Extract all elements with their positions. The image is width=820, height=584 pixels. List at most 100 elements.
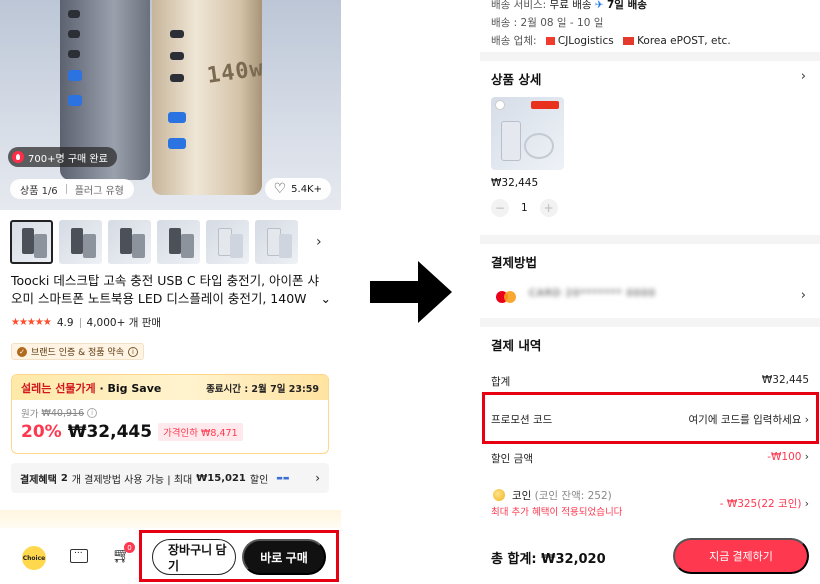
subtotal-value: ₩32,445 [761,374,809,386]
image-counter-bar[interactable]: 상품 1/6 플러그 유형 [10,179,134,199]
sale-price: ₩32,445 [67,422,153,442]
carrier-label: 배송 업체: [491,35,537,47]
quantity-value[interactable]: 1 [521,202,528,214]
sold-count-text: 700+명 구매 완료 [28,153,108,165]
product-title-line2: 오미 스마트폰 노트북용 LED 디스플레이 충전기, 140W [11,291,307,306]
payment-summary-title: 결제 내역 [491,338,542,353]
chevron-right-icon: › [315,471,320,485]
discount-label: 할인 금액 [491,453,533,465]
heart-icon: ♡ [273,181,287,197]
shipping-service-value: 무료 배송 [549,0,592,11]
section-divider [480,318,820,327]
info-icon[interactable]: i [87,408,98,418]
rating-value: 4.9 [56,316,74,329]
shipping-speed: 7일 배송 [607,0,647,11]
stars-icon: ★★★★★ [11,317,52,328]
bank-logo-icon: ▬▬ [276,474,290,482]
checkout-page-panel: 배송 서비스: 무료 배송 ✈ 7일 배송 배송 : 2월 08 일 - 10 … [480,0,820,584]
quantity-minus-button[interactable]: − [491,199,509,217]
transition-arrow-icon [370,261,452,323]
coin-icon [493,489,505,501]
highlight-box-buttons [139,530,339,582]
airplane-icon: ✈ [594,0,607,11]
payment-benefit-row[interactable]: 결제혜택 2 개 결제방법 사용 가능 | 최대 ₩15,021 할인 ▬▬ › [11,463,329,493]
chevron-down-icon[interactable]: ⌄ [321,290,331,308]
discount-percent: 20% [21,422,62,442]
product-page-panel: 140w 700+명 구매 완료 상품 1/6 플러그 유형 ♡ 5.4K+ ›… [0,0,341,584]
benefit-text: 개 결제방법 사용 가능 | 최대 [71,474,193,486]
thumbnail-strip [10,220,298,264]
total-amount: 총 합계: ₩32,020 [491,552,606,567]
chevron-right-icon[interactable]: › [801,69,806,84]
shipping-info: 배송 서비스: 무료 배송 ✈ 7일 배송 배송 : 2월 08 일 - 10 … [491,0,731,50]
product-title-line1: Toocki 데스크탑 고속 충전 USB C 타입 충전기, 아이폰 샤 [11,273,320,288]
big-save-end-time: 종료시간 : 2월 7일 23:59 [206,383,319,395]
quantity-plus-button[interactable]: + [539,199,558,217]
payment-method-title: 결제방법 [491,255,538,270]
check-badge-icon: ✓ [17,346,27,357]
chevron-right-icon: › [804,498,809,510]
section-divider [480,235,820,244]
thumbnail-1[interactable] [10,220,53,264]
chevron-right-icon[interactable]: › [316,234,322,250]
certification-text: 브랜드 인증 & 정품 약속 [31,348,124,358]
charger-image-front: 140w [152,0,265,195]
quantity-stepper: − 1 + [491,199,558,217]
chevron-right-icon[interactable]: › [801,288,806,303]
fire-icon [12,151,24,163]
item-price: ₩32,445 [491,177,539,189]
rating-row[interactable]: ★★★★★ 4.9 4,000+ 개 판매 [11,315,161,330]
price-drop-badge: 가격인하 ₩8,471 [158,423,243,441]
image-counter: 상품 1/6 [20,185,58,197]
chevron-right-icon: › [804,451,809,463]
highlight-box-promo [482,392,819,444]
benefit-title: 결제혜택 [20,474,57,486]
thumbnail-6[interactable] [255,220,298,264]
sold-count-badge: 700+명 구매 완료 [8,147,117,167]
choice-logo-icon[interactable]: Choice [22,546,46,570]
chat-icon[interactable] [70,546,88,563]
big-save-label: 설레는 선물가게 · Big Save [21,381,162,395]
discount-value[interactable]: -₩100 › [767,451,809,463]
brand-certification-badge[interactable]: ✓ 브랜드 인증 & 정품 약속 i [11,343,144,360]
mastercard-icon [496,291,516,303]
carrier-korea-post: Korea ePOST, etc. [637,35,731,47]
pay-now-button[interactable]: 지금 결제하기 [673,538,809,574]
original-price-row: 원가 ₩40,916 i [21,406,319,420]
variant-tag[interactable]: 플러그 유형 [75,182,124,197]
benefit-count: 2 [60,472,68,484]
big-save-header: 설레는 선물가게 · Big Save 종료시간 : 2월 7일 23:59 [12,375,328,400]
carrier-cj: CJLogistics [557,35,614,47]
korea-flag-icon [495,100,505,110]
info-icon[interactable]: i [127,346,138,357]
coin-discount-value[interactable]: - ₩325(22 코인) › [720,496,809,511]
item-detail-title: 상품 상세 [491,72,542,87]
shipping-service-label: 배송 서비스: [491,0,547,11]
korea-post-logo-icon [623,37,635,45]
shipping-date: 배송 : 2월 08 일 - 10 일 [491,17,604,29]
likes-count: 5.4K+ [291,183,322,195]
thumbnail-2[interactable] [59,220,102,264]
wishlist-button[interactable]: ♡ 5.4K+ [264,178,331,200]
benefit-max: ₩15,021 [196,472,246,484]
coin-row: 코인 (코인 잔액: 252) [512,488,612,503]
big-save-card: 설레는 선물가게 · Big Save 종료시간 : 2월 7일 23:59 원… [11,374,329,454]
cj-logo-icon [545,37,555,45]
section-divider [480,52,820,61]
coin-label: 코인 [512,490,532,502]
thumbnail-3[interactable] [108,220,151,264]
cart-count-badge: 0 [124,542,135,553]
coin-balance: (코인 잔액: 252) [534,490,612,502]
sold-count: 4,000+ 개 판매 [86,317,162,329]
charger-brand-text: 140w [205,56,266,89]
product-hero-image[interactable]: 140w 700+명 구매 완료 상품 1/6 플러그 유형 ♡ 5.4K+ [0,0,341,210]
product-title: Toocki 데스크탑 고속 충전 USB C 타입 충전기, 아이폰 샤 오미… [11,272,331,308]
coin-note: 최대 추가 혜택이 적용되었습니다 [491,507,623,518]
subtotal-label: 합계 [491,376,511,388]
card-number-masked[interactable]: CARD 20******* 0000 [529,288,656,299]
benefit-suffix: 할인 [249,474,269,486]
thumbnail-5[interactable] [206,220,249,264]
item-thumbnail[interactable] [491,97,564,170]
thumbnail-4[interactable] [157,220,200,264]
original-price: ₩40,916 [41,407,85,419]
